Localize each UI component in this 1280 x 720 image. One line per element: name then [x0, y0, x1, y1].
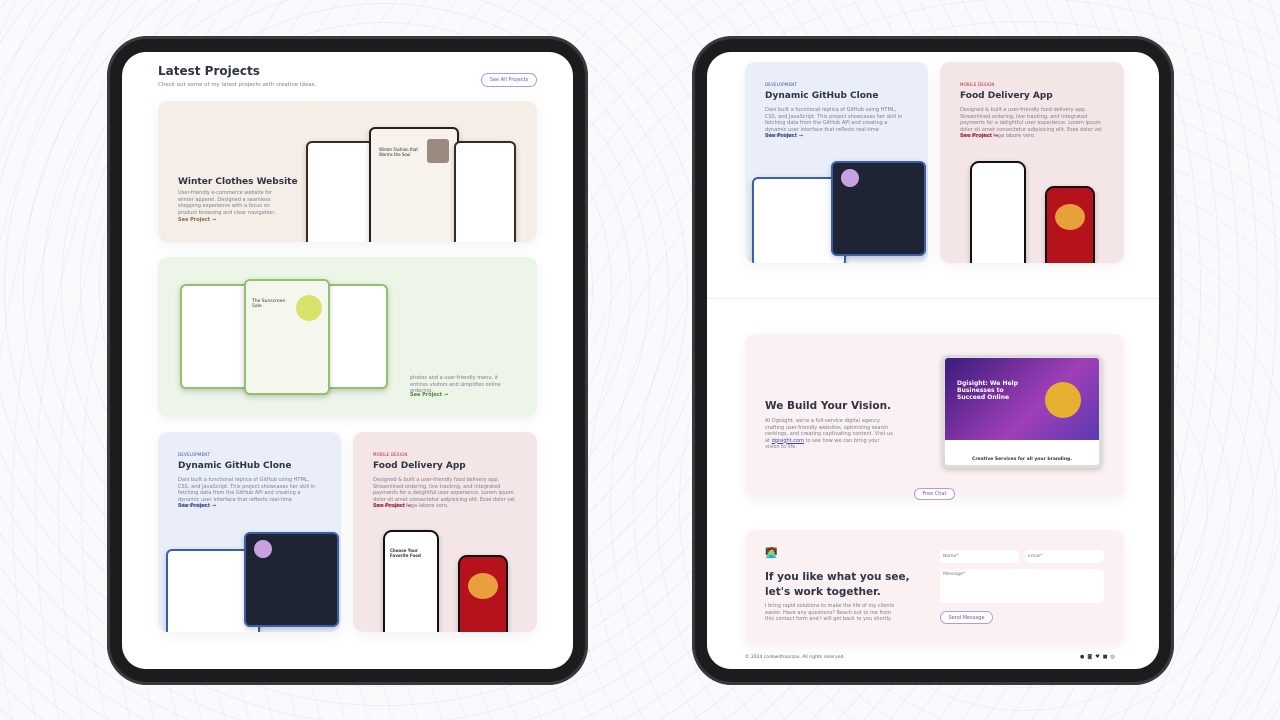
github-mockup-dark: [831, 161, 926, 256]
free-chat-button[interactable]: Free Chat: [914, 488, 955, 500]
send-message-button[interactable]: Send Message: [940, 611, 993, 624]
shot-footer: Creative Services for all your branding.: [972, 457, 1072, 462]
project-title: Dynamic GitHub Clone: [765, 91, 879, 101]
food-phone-burger: [1045, 186, 1095, 263]
project-title: Food Delivery App: [960, 91, 1053, 101]
project-card-food[interactable]: MOBILE DESIGN Food Delivery App Designed…: [353, 432, 537, 632]
message-input[interactable]: [940, 569, 1104, 603]
winter-mockup-center: Winter Fashion that Warms the Soul: [369, 127, 459, 242]
vision-card: We Build Your Vision. At Dgisight, we're…: [745, 334, 1124, 497]
skincare-mockup-left: [180, 284, 250, 389]
project-card-github[interactable]: DEVELOPMENT Dynamic GitHub Clone Dani bu…: [158, 432, 341, 632]
food-phone-burger: [458, 555, 508, 632]
avatar: [254, 540, 272, 558]
winter-mockup-left: [306, 141, 374, 242]
contact-desc: I bring rapid solutions to make the life…: [765, 603, 895, 622]
left-screen: Latest Projects Check out some of my lat…: [122, 52, 573, 669]
github-mockup-dark: [244, 532, 339, 627]
contact-card: 🧑‍💻 If you like what you see, let's work …: [745, 530, 1124, 645]
see-project-link[interactable]: See Project →: [373, 503, 411, 509]
contact-title: If you like what you see, let's work toge…: [765, 571, 910, 598]
youtube-icon[interactable]: ■: [1103, 654, 1108, 660]
avatar: [841, 169, 859, 187]
social-links: ● ◙ ♥ ■ ◎: [1080, 654, 1115, 660]
burger-image: [1055, 204, 1085, 230]
hero-heading: Dgisight: We Help Businesses to Succeed …: [957, 380, 1018, 401]
see-project-link[interactable]: See Project →: [410, 392, 448, 398]
food-phone-menu: Choose Your Favorite Food: [383, 530, 439, 632]
mockup-heading: Choose Your Favorite Food: [390, 548, 421, 558]
vision-desc: At Dgisight, we're a full-service digita…: [765, 418, 893, 450]
instagram-icon[interactable]: ◙: [1087, 654, 1092, 660]
project-card-skincare[interactable]: The Sunscreen Sale photos and a user-fri…: [158, 257, 537, 417]
project-tag: MOBILE DESIGN: [373, 452, 408, 457]
see-project-link[interactable]: See Project →: [960, 133, 998, 139]
project-card-winter[interactable]: Winter Clothes Website User-friendly e-c…: [158, 101, 537, 242]
see-all-projects-button[interactable]: See All Projects: [481, 73, 537, 87]
email-input[interactable]: [1025, 550, 1104, 563]
project-tag: DEVELOPMENT: [765, 82, 798, 87]
project-card-food[interactable]: MOBILE DESIGN Food Delivery App Designed…: [940, 62, 1124, 263]
dgisight-link[interactable]: dgisight.com: [772, 438, 804, 444]
project-title: Dynamic GitHub Clone: [178, 461, 292, 471]
dgisight-screenshot: Dgisight: We Help Businesses to Succeed …: [942, 355, 1102, 468]
skincare-mockup-center: The Sunscreen Sale: [244, 279, 330, 395]
project-card-github[interactable]: DEVELOPMENT Dynamic GitHub Clone Dani bu…: [745, 62, 928, 263]
footer-copyright: © 2024 codewithaarzoo. All rights reserv…: [745, 655, 845, 660]
section-title: Latest Projects: [158, 64, 260, 78]
project-title: Winter Clothes Website: [178, 177, 298, 187]
food-phone-menu: [970, 161, 1026, 263]
vision-title: We Build Your Vision.: [765, 400, 892, 412]
burger-image: [468, 573, 498, 599]
project-tag: MOBILE DESIGN: [960, 82, 995, 87]
hero-banner: Dgisight: We Help Businesses to Succeed …: [945, 358, 1099, 440]
name-input[interactable]: [940, 550, 1019, 563]
winter-mockup-right: [454, 141, 516, 242]
right-screen: DEVELOPMENT Dynamic GitHub Clone Dani bu…: [707, 52, 1159, 669]
dribbble-icon[interactable]: ◎: [1110, 654, 1114, 660]
see-project-link[interactable]: See Project →: [765, 133, 803, 139]
mockup-heading: Winter Fashion that Warms the Soul: [379, 147, 418, 157]
facebook-icon[interactable]: ●: [1080, 654, 1084, 660]
section-subtitle: Check out some of my latest projects wit…: [158, 82, 317, 88]
project-tag: DEVELOPMENT: [178, 452, 211, 457]
mockup-heading: The Sunscreen Sale: [252, 299, 286, 309]
section-divider: [707, 298, 1159, 299]
hero-illustration: [1045, 382, 1081, 418]
mockup-image: [296, 295, 322, 321]
twitter-icon[interactable]: ♥: [1095, 654, 1099, 660]
see-project-link[interactable]: See Project →: [178, 503, 216, 509]
support-agent-icon: 🧑‍💻: [765, 548, 778, 559]
project-desc: User-friendly e-commerce website for win…: [178, 190, 276, 216]
mockup-image: [427, 139, 449, 163]
project-title: Food Delivery App: [373, 461, 466, 471]
see-project-link[interactable]: See Project →: [178, 217, 216, 223]
